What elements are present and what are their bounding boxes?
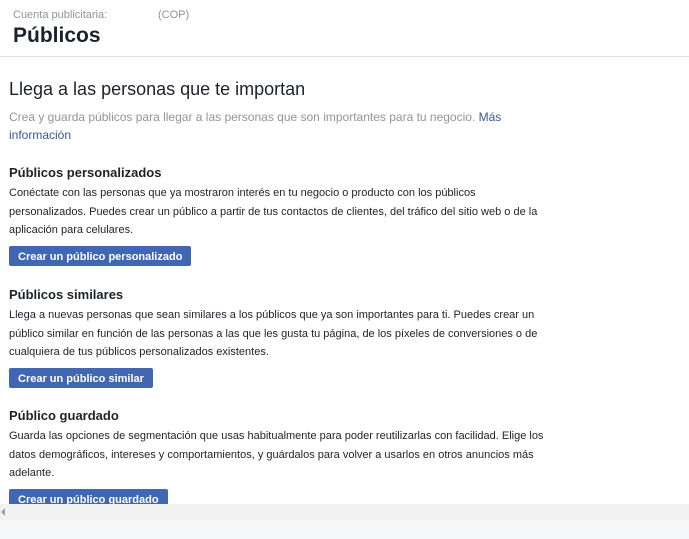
- intro-block: Llega a las personas que te importan Cre…: [9, 79, 539, 144]
- section-title: Públicos similares: [9, 287, 124, 302]
- scroll-left-arrow-icon[interactable]: [1, 508, 5, 516]
- hero-description: Crea y guarda públicos para llegar a las…: [9, 108, 539, 144]
- ad-account-currency: (COP): [158, 9, 190, 21]
- section-title: Públicos personalizados: [9, 165, 162, 180]
- section-description: Llega a nuevas personas que sean similar…: [9, 309, 538, 358]
- create-custom-audience-button[interactable]: Crear un público personalizado: [9, 245, 192, 266]
- ad-account-label: Cuenta publicitaria:: [13, 9, 108, 21]
- create-lookalike-audience-button[interactable]: Crear un público similar: [9, 367, 153, 388]
- lookalike-audiences-section: Públicos similares Llega a nuevas person…: [9, 287, 549, 388]
- page-header: Cuenta publicitaria: (COP) Públicos: [0, 0, 689, 57]
- page-title: Públicos: [13, 24, 101, 47]
- footer-strip: [0, 520, 689, 539]
- custom-audiences-section: Públicos personalizados Conéctate con la…: [9, 165, 549, 266]
- saved-audience-section: Público guardado Guarda las opciones de …: [9, 408, 549, 509]
- hero-description-text: Crea y guarda públicos para llegar a las…: [9, 110, 476, 124]
- section-description: Conéctate con las personas que ya mostra…: [9, 187, 538, 236]
- page: Cuenta publicitaria: (COP) Públicos Lleg…: [0, 0, 689, 539]
- horizontal-scrollbar[interactable]: [0, 504, 689, 520]
- section-title: Público guardado: [9, 408, 119, 423]
- section-description: Guarda las opciones de segmentación que …: [9, 430, 544, 479]
- hero-title: Llega a las personas que te importan: [9, 79, 306, 99]
